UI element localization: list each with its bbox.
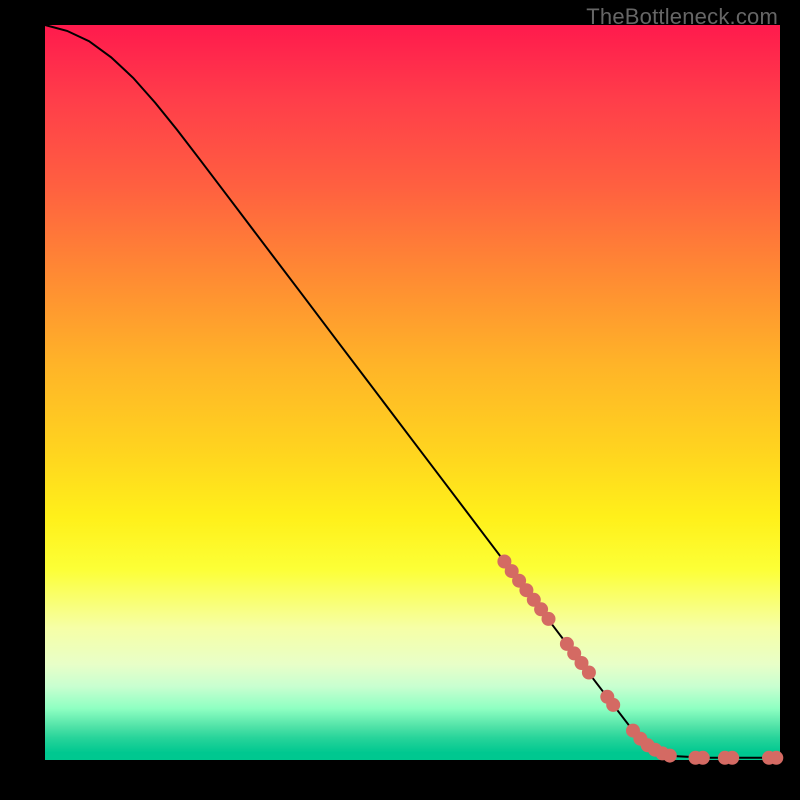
- curve-marker: [696, 751, 710, 765]
- curve-marker: [582, 666, 596, 680]
- curve-marker: [725, 751, 739, 765]
- curve-marker: [663, 749, 677, 763]
- curve-marker: [606, 698, 620, 712]
- curve-marker: [542, 612, 556, 626]
- bottleneck-curve: [45, 25, 780, 758]
- plot-area: [45, 25, 780, 760]
- chart-svg: [45, 25, 780, 760]
- curve-marker-group: [497, 555, 783, 765]
- chart-frame: TheBottleneck.com: [0, 0, 800, 800]
- curve-marker: [769, 751, 783, 765]
